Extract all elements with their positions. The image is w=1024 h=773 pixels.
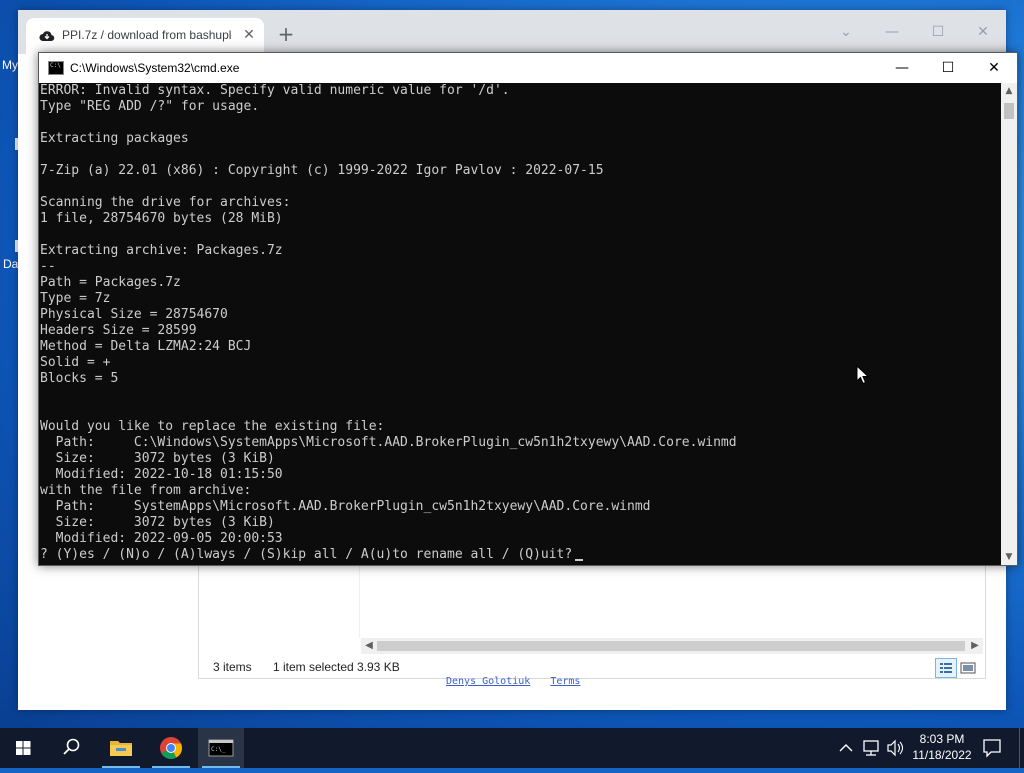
console-prompt[interactable]: ? (Y)es / (N)o / (A)lways / (S)kip all /…: [40, 547, 1001, 563]
status-bar: 3 items 1 item selected 3.93 KB: [199, 656, 985, 678]
pane-divider: [359, 560, 360, 638]
start-icon: [16, 741, 31, 755]
cmd-window-title: C:\Windows\System32\cmd.exe: [70, 61, 240, 75]
cmd-title-bar[interactable]: C:\Windows\System32\cmd.exe — ☐ ✕: [39, 53, 1017, 83]
cmd-icon: C:\_: [208, 739, 234, 757]
cmd-app-icon[interactable]: [48, 61, 64, 75]
new-tab-button[interactable]: +: [276, 24, 296, 44]
console-line: with the file from archive:: [40, 483, 252, 498]
minimize-icon[interactable]: —: [879, 53, 925, 83]
tab-title: PPI.7z / download from bashupload: [62, 28, 232, 42]
cmd-window: C:\Windows\System32\cmd.exe — ☐ ✕ ERROR:…: [38, 52, 1018, 566]
chevron-up-icon: [839, 744, 853, 752]
console-line: --: [40, 259, 56, 274]
terms-link[interactable]: Terms: [550, 676, 580, 687]
chrome-icon: [160, 737, 182, 759]
browser-tab-bar: PPI.7z / download from bashupload ✕ + ⌄ …: [18, 10, 1006, 54]
author-link[interactable]: Denys Golotiuk: [446, 676, 530, 687]
console-line: Path: SystemApps\Microsoft.AAD.BrokerPlu…: [40, 499, 651, 514]
file-explorer-icon: [110, 741, 132, 756]
taskbar-clock[interactable]: 8:03 PM 11/18/2022: [912, 731, 972, 763]
network-icon: [863, 740, 879, 756]
start-button[interactable]: [0, 728, 46, 768]
selection-size: 3.93 KB: [357, 660, 400, 674]
close-icon[interactable]: ✕: [971, 53, 1017, 83]
console-line: Modified: 2022-10-18 01:15:50: [40, 467, 283, 482]
scroll-right-icon[interactable]: ▶: [967, 638, 983, 654]
prompt-text: ? (Y)es / (N)o / (A)lways / (S)kip all /…: [40, 547, 573, 562]
console-output[interactable]: ERROR: Invalid syntax. Specify valid num…: [39, 83, 1001, 565]
minimize-icon[interactable]: —: [872, 20, 912, 44]
console-line: ERROR: Invalid syntax. Specify valid num…: [40, 83, 510, 98]
console-line: 1 file, 28754670 bytes (28 MiB): [40, 211, 283, 226]
console-line: Physical Size = 28754670: [40, 307, 228, 322]
horizontal-scrollbar[interactable]: ◀ ▶: [361, 638, 983, 654]
console-line: Extracting archive: Packages.7z: [40, 243, 283, 258]
volume-tray[interactable]: [884, 728, 906, 768]
volume-icon: [887, 739, 904, 757]
desktop-icon-label-fragment[interactable]: My: [2, 58, 18, 72]
svg-text:C:\_: C:\_: [211, 746, 226, 753]
console-line: Modified: 2022-09-05 20:00:53: [40, 531, 283, 546]
console-line: Scanning the drive for archives:: [40, 195, 291, 210]
selection-count: 1 item selected: [273, 660, 354, 674]
maximize-icon[interactable]: ☐: [925, 53, 971, 83]
details-view-icon[interactable]: [935, 658, 957, 678]
network-tray[interactable]: [860, 728, 882, 768]
console-line: Type = 7z: [40, 291, 111, 306]
mouse-pointer-icon: [856, 365, 870, 385]
large-icons-view-icon[interactable]: [957, 658, 979, 678]
clock-time: 8:03 PM: [919, 732, 965, 746]
taskbar-file-explorer[interactable]: [98, 728, 144, 768]
vertical-scrollbar[interactable]: ▲ ▼: [1001, 83, 1017, 565]
show-hidden-icons[interactable]: [836, 728, 856, 768]
desktop-icon-label-fragment[interactable]: Da: [3, 257, 18, 271]
file-explorer-window: ◀ ▶ 3 items 1 item selected 3.93 KB: [198, 560, 986, 679]
console-line: Size: 3072 bytes (3 KiB): [40, 451, 275, 466]
console-line: Path: C:\Windows\SystemApps\Microsoft.AA…: [40, 435, 737, 450]
item-count: 3 items: [213, 660, 252, 674]
console-line: Type "REG ADD /?" for usage.: [40, 99, 260, 114]
taskbar: C:\_ 8:03 PM 11/18/2022: [0, 728, 1024, 768]
console-line: Method = Delta LZMA2:24 BCJ: [40, 339, 252, 354]
taskbar-cmd[interactable]: C:\_: [198, 728, 244, 768]
maximize-icon[interactable]: ☐: [918, 20, 958, 44]
clock-date: 11/18/2022: [912, 748, 972, 762]
console-line: Extracting packages: [40, 131, 189, 146]
taskbar-chrome[interactable]: [148, 728, 194, 768]
show-desktop-button[interactable]: [1019, 728, 1024, 768]
search-icon: [63, 738, 80, 755]
scrollbar-thumb[interactable]: [377, 641, 965, 651]
console-line: Headers Size = 28599: [40, 323, 197, 338]
scrollbar-thumb[interactable]: [1004, 103, 1014, 119]
console-line: 7-Zip (a) 22.01 (x86) : Copyright (c) 19…: [40, 163, 604, 178]
action-center[interactable]: [980, 728, 1004, 768]
notification-icon: [983, 739, 1001, 758]
close-icon[interactable]: ✕: [963, 20, 1003, 44]
console-line: Size: 3072 bytes (3 KiB): [40, 515, 275, 530]
console-line: Path = Packages.7z: [40, 275, 181, 290]
search-button[interactable]: [48, 728, 94, 768]
tab-search-icon[interactable]: ⌄: [826, 20, 866, 44]
browser-tab[interactable]: PPI.7z / download from bashupload ✕: [26, 18, 264, 54]
scroll-up-icon[interactable]: ▲: [1001, 83, 1017, 99]
console-line: Would you like to replace the existing f…: [40, 419, 385, 434]
scroll-down-icon[interactable]: ▼: [1001, 549, 1017, 565]
cloud-download-icon: [39, 31, 55, 42]
page-footer-links: Denys Golotiuk Terms: [446, 676, 594, 687]
tab-close-icon[interactable]: ✕: [241, 27, 257, 43]
scroll-left-icon[interactable]: ◀: [361, 638, 377, 654]
text-cursor: [575, 559, 584, 561]
